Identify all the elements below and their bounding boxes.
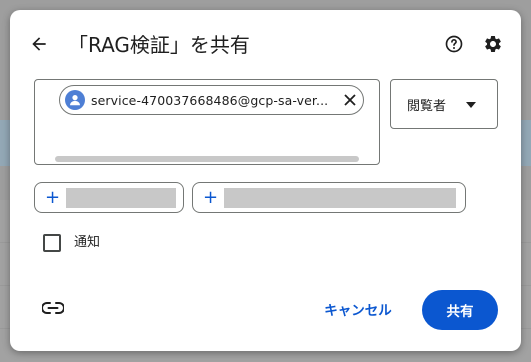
cancel-button[interactable]: キャンセル [318,294,398,324]
horizontal-scrollbar[interactable] [55,156,359,162]
share-button[interactable]: 共有 [422,290,498,330]
role-dropdown[interactable]: 閲覧者 [390,79,498,129]
chip-remove-button[interactable] [343,93,357,107]
help-button[interactable] [443,33,465,55]
link-icon [42,302,64,314]
settings-button[interactable] [482,33,504,55]
recipient-chip[interactable]: service-470037668486@gcp-sa-ver... [59,85,364,115]
caret-down-icon [466,102,476,108]
close-icon [344,94,356,106]
arrow-back-icon [32,37,46,51]
notify-label: 通知 [74,235,101,250]
person-avatar-icon [65,90,85,110]
redacted-label [66,187,177,208]
add-button-2[interactable]: + [192,182,466,213]
dialog-title: 「RAG検証」を共有 [68,33,250,57]
plus-icon: + [45,186,61,208]
gear-icon [485,35,501,52]
back-button[interactable] [26,31,52,57]
plus-icon: + [203,186,219,208]
recipient-email: service-470037668486@gcp-sa-ver... [91,92,329,108]
redacted-label [224,187,457,208]
help-circle-icon [445,35,463,53]
recipients-input[interactable]: service-470037668486@gcp-sa-ver... [34,79,380,165]
copy-link-button[interactable] [40,298,66,318]
add-button-1[interactable]: + [34,182,184,213]
notify-checkbox[interactable] [43,234,61,252]
role-selected-label: 閲覧者 [407,98,447,114]
share-dialog: 「RAG検証」を共有 service-470037668486@gcp-sa-v… [10,10,521,351]
